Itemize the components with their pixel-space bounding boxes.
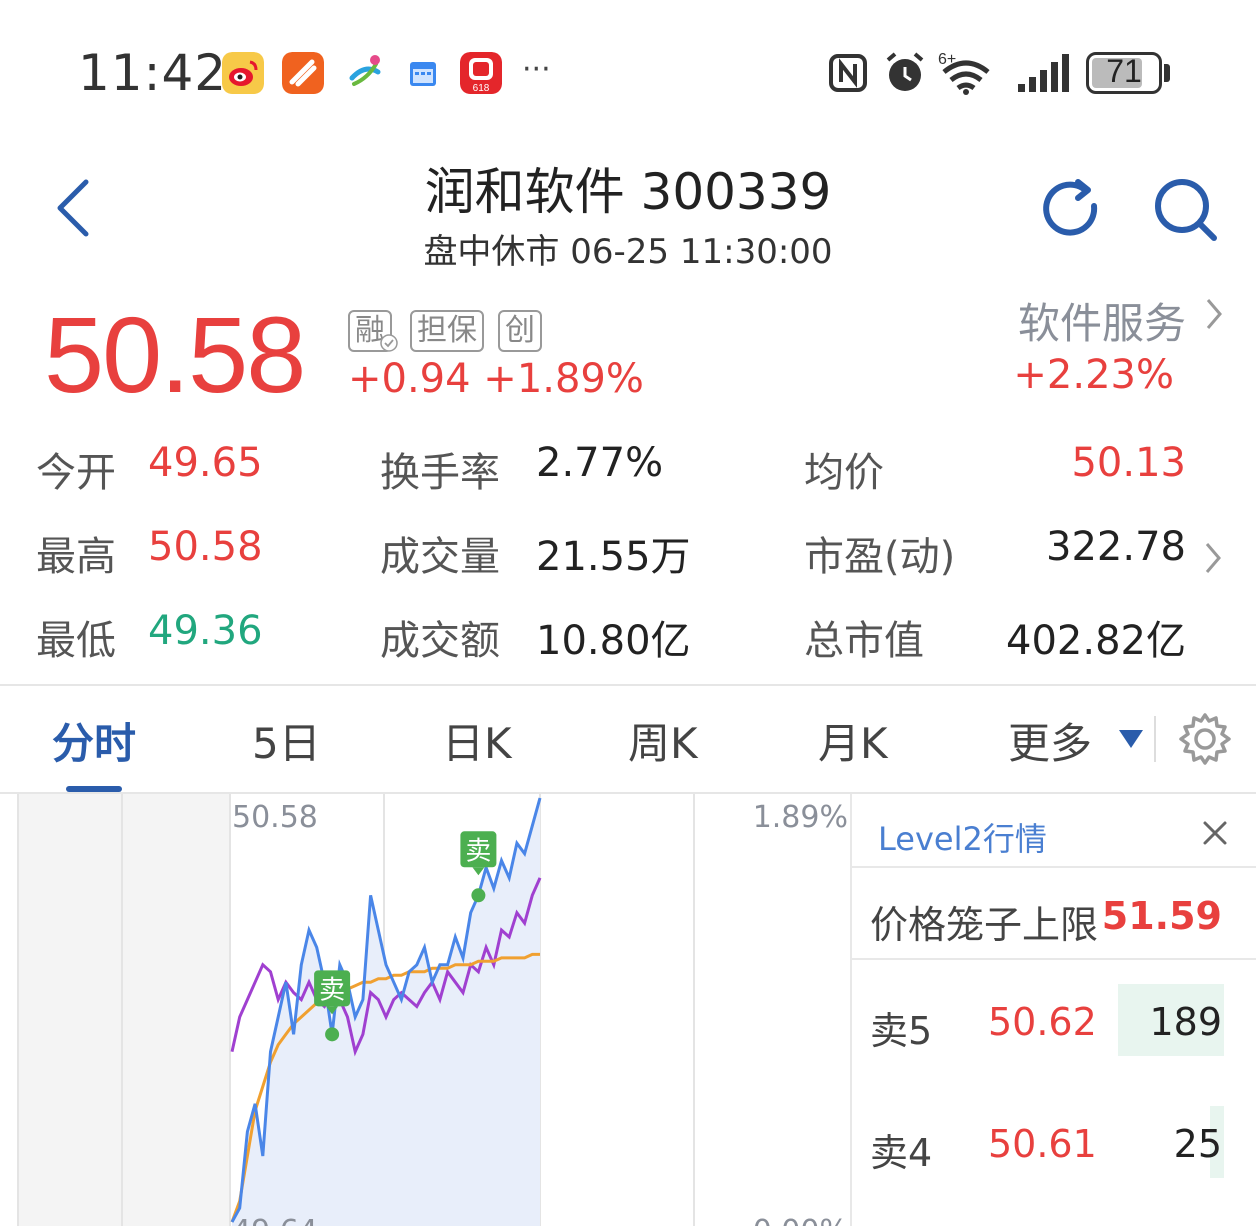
dropdown-arrow-icon[interactable] [1117, 728, 1145, 750]
battery-level: 71 [1106, 53, 1142, 89]
chinext-tag[interactable]: 创 [498, 310, 542, 352]
sell-marker-dot[interactable] [471, 888, 486, 903]
check-icon [380, 334, 398, 352]
app-orange-icon [282, 52, 324, 94]
sell-marker-dot[interactable] [325, 1027, 340, 1042]
tab-daily-k[interactable]: 日K [442, 710, 512, 771]
axis-bottom-price: 49.64 [232, 1214, 318, 1226]
ask4-price: 50.61 [988, 1122, 1097, 1166]
pre-open-shade [18, 794, 230, 1226]
tab-separator [1154, 716, 1156, 762]
avg-price-label: 均价 [804, 450, 884, 496]
avg-price-value: 50.13 [1071, 440, 1186, 486]
ask5-price: 50.62 [988, 1000, 1097, 1044]
turnover-rate-value: 2.77% [536, 440, 664, 486]
level2-title[interactable]: Level2行情 [878, 814, 1047, 860]
sell-marker-label: 卖 [319, 975, 345, 1005]
weibo-icon [222, 52, 264, 94]
calendar-icon [410, 62, 436, 86]
ask4-label: 卖4 [870, 1131, 933, 1175]
status-bar: 11:42 618 ··· 6+ 71 [0, 0, 1256, 130]
change-percent: +1.89% [483, 356, 644, 402]
current-price: 50.58 [44, 294, 306, 415]
pe-label: 市盈(动) [804, 534, 956, 580]
turnover-rate-label: 换手率 [380, 450, 500, 496]
battery-icon: 71 [1084, 50, 1174, 96]
open-value: 49.65 [148, 440, 263, 486]
wifi-icon: 6+ [938, 51, 990, 95]
expand-stats-chevron-icon[interactable] [1202, 538, 1224, 578]
china-mobile-icon [349, 55, 381, 86]
market-cap-label: 总市值 [804, 618, 924, 664]
high-value: 50.58 [148, 524, 263, 570]
sell-marker-pointer [472, 867, 485, 876]
divider [852, 866, 1256, 868]
price-cap-label: 价格笼子上限 [870, 903, 1099, 947]
signal-icon [1018, 54, 1069, 92]
alarm-icon [886, 52, 924, 91]
intraday-chart[interactable]: 卖卖 50.58 1.89% 49.64 0.00% [0, 794, 850, 1226]
tab-monthly-k[interactable]: 月K [818, 710, 888, 771]
amount-label: 成交额 [380, 618, 500, 664]
jd-618-icon: 618 [460, 52, 502, 94]
tab-more[interactable]: 更多 [1008, 710, 1092, 771]
axis-top-price: 50.58 [232, 800, 318, 835]
divider [0, 684, 1256, 686]
sell-marker-label: 卖 [465, 836, 491, 866]
price-cap-value: 51.59 [1101, 894, 1222, 938]
svg-text:618: 618 [473, 83, 490, 94]
change-amount: +0.94 [348, 356, 471, 402]
axis-bottom-percent: 0.00% [753, 1214, 848, 1226]
tab-intraday[interactable]: 分时 [52, 710, 136, 771]
tab-5day[interactable]: 5日 [252, 710, 321, 771]
open-label: 今开 [36, 450, 116, 496]
chart-canvas: 卖卖 [17, 794, 695, 1226]
sector-link[interactable]: 软件服务 [1018, 290, 1186, 351]
tab-weekly-k[interactable]: 周K [628, 710, 698, 771]
close-icon[interactable] [1202, 820, 1228, 846]
refresh-icon[interactable] [1038, 176, 1104, 242]
volume-label: 成交量 [380, 534, 500, 580]
nfc-icon [829, 54, 867, 92]
low-label: 最低 [36, 618, 116, 664]
axis-top-percent: 1.89% [752, 800, 848, 835]
ask4-quantity: 25 [1173, 1122, 1222, 1166]
collateral-tag[interactable]: 担保 [410, 310, 484, 352]
market-cap-value: 402.82亿 [1006, 618, 1186, 664]
price-change: +0.94 +1.89% [348, 356, 644, 402]
chevron-right-icon [1206, 299, 1222, 329]
volume-value: 21.55万 [536, 534, 691, 580]
more-notifications-icon: ··· [522, 52, 551, 87]
low-value: 49.36 [148, 608, 263, 654]
settings-gear-icon[interactable] [1176, 710, 1234, 768]
level2-panel: Level2行情 价格笼子上限 51.59 卖5 50.62 189 卖4 50… [850, 794, 1256, 1226]
sector-change: +2.23% [1013, 352, 1174, 398]
amount-value: 10.80亿 [536, 618, 691, 664]
pe-value: 322.78 [1046, 524, 1186, 570]
divider [852, 958, 1256, 960]
search-icon[interactable] [1152, 176, 1218, 242]
high-label: 最高 [36, 534, 116, 580]
ask5-label: 卖5 [870, 1009, 933, 1053]
clock: 11:42 [78, 44, 228, 102]
ask5-quantity: 189 [1149, 1000, 1222, 1044]
